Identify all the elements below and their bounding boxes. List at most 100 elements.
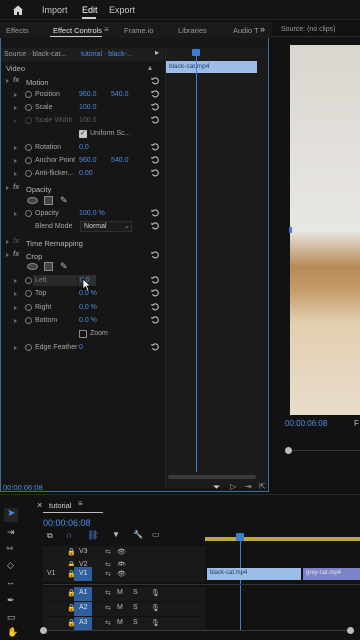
tab-libraries[interactable]: Libraries <box>178 26 207 35</box>
clip-black-cat[interactable]: black-cat.mp4 <box>207 568 301 580</box>
home-icon[interactable] <box>12 4 24 16</box>
zoom-checkbox[interactable] <box>79 330 87 338</box>
rectangle-mask-icon[interactable] <box>44 196 53 205</box>
ellipse-mask-icon[interactable] <box>27 263 38 270</box>
close-icon[interactable]: × <box>37 500 42 510</box>
reset-icon[interactable] <box>151 251 159 259</box>
left-expand-icon[interactable] <box>14 279 17 283</box>
track-select-icon[interactable]: ⇥ <box>7 527 15 538</box>
reset-icon[interactable] <box>151 343 159 351</box>
video-frame[interactable] <box>290 45 360 415</box>
reset-icon[interactable] <box>151 90 159 98</box>
reset-icon[interactable] <box>151 316 159 324</box>
scale-expand-icon[interactable] <box>14 106 17 110</box>
add-marker-icon[interactable]: ▼ <box>112 530 120 539</box>
ec-scrollbar[interactable] <box>168 475 256 479</box>
slip-tool-icon[interactable]: ↔ <box>6 577 15 587</box>
settings-wrench-icon[interactable]: 🔧 <box>133 530 143 539</box>
fx-icon[interactable]: fx <box>13 184 19 191</box>
tab-menu-icon[interactable]: ≡ <box>104 25 109 34</box>
reset-icon[interactable] <box>151 209 159 217</box>
selection-tool-icon[interactable]: ➤ <box>7 508 15 519</box>
bottom-value[interactable]: 0.0 % <box>79 317 97 324</box>
tab-audio[interactable]: Audio T <box>233 26 259 35</box>
reset-icon[interactable] <box>151 103 159 111</box>
position-x-value[interactable]: 960.0 <box>79 91 97 98</box>
mute-button[interactable]: M <box>117 619 123 626</box>
scale-value[interactable]: 100.0 <box>79 104 97 111</box>
reset-icon[interactable] <box>151 77 159 85</box>
monitor-scroll-handle[interactable] <box>285 447 292 454</box>
nest-icon[interactable]: ⧉ <box>47 531 53 541</box>
opacity-value[interactable]: 100.0 % <box>79 210 105 217</box>
anchor-y-value[interactable]: 540.0 <box>111 157 129 164</box>
rotation-expand-icon[interactable] <box>14 146 17 150</box>
play-audio-icon[interactable]: ▷ <box>230 482 236 491</box>
reset-icon[interactable] <box>151 143 159 151</box>
more-tabs-icon[interactable]: » <box>260 24 265 34</box>
menu-icon[interactable]: ≡ <box>78 499 83 508</box>
solo-button[interactable]: S <box>133 619 138 626</box>
solo-button[interactable]: S <box>133 604 138 611</box>
stopwatch-icon[interactable] <box>25 277 32 284</box>
pen-mask-icon[interactable]: ✎ <box>60 261 68 272</box>
ellipse-mask-icon[interactable] <box>27 197 38 204</box>
sync-lock-icon[interactable]: ⇆ <box>105 548 111 556</box>
stopwatch-icon[interactable] <box>25 157 32 164</box>
stopwatch-icon[interactable] <box>25 144 32 151</box>
sync-lock-icon[interactable]: ⇆ <box>105 570 111 578</box>
reset-icon[interactable] <box>151 169 159 177</box>
mic-icon[interactable]: 🎙 <box>151 589 160 597</box>
scroll-up-icon[interactable]: ▴ <box>148 63 158 73</box>
motion-expand-icon[interactable] <box>6 79 9 83</box>
reset-icon[interactable] <box>151 289 159 297</box>
mute-button[interactable]: M <box>117 589 123 596</box>
snap-icon[interactable]: ∩ <box>66 530 72 540</box>
lock-icon[interactable]: 🔒 <box>67 548 76 556</box>
loop-icon[interactable]: ⇥ <box>245 482 252 491</box>
bottom-expand-icon[interactable] <box>14 319 17 323</box>
anchor-x-value[interactable]: 960.0 <box>79 157 97 164</box>
timeline-zoom-handle-right[interactable] <box>347 627 354 634</box>
opacity-value-expand-icon[interactable] <box>14 212 17 216</box>
mute-button[interactable]: M <box>117 604 123 611</box>
hand-tool-icon[interactable]: ✋ <box>7 627 18 638</box>
stopwatch-icon[interactable] <box>25 304 32 311</box>
timeline-zoom-handle-left[interactable] <box>40 627 47 634</box>
eye-icon[interactable]: 👁 <box>117 548 126 556</box>
source-tab[interactable]: Source: (no clips) <box>281 26 335 33</box>
crop-expand-icon[interactable] <box>6 253 9 257</box>
frame-handle[interactable] <box>289 227 292 233</box>
antiflicker-expand-icon[interactable] <box>14 172 17 176</box>
ec-timecode[interactable]: 00:00:06:08 <box>3 483 43 492</box>
ripple-edit-icon[interactable]: ⇿ <box>6 543 14 554</box>
fx-icon[interactable]: fx <box>13 77 19 84</box>
fx-icon[interactable]: fx <box>13 251 19 258</box>
right-value[interactable]: 0.0 % <box>79 304 97 311</box>
razor-tool-icon[interactable]: ◇ <box>7 560 14 571</box>
sync-lock-icon[interactable]: ⇆ <box>105 589 111 597</box>
reset-icon[interactable] <box>151 276 159 284</box>
reset-icon[interactable] <box>151 156 159 164</box>
show-hide-timeline-icon[interactable]: ▸ <box>155 48 159 57</box>
stopwatch-icon[interactable] <box>25 170 32 177</box>
sequence-clip-label[interactable]: tutorial · black-... <box>81 51 133 58</box>
stopwatch-icon[interactable] <box>25 317 32 324</box>
nav-import[interactable]: Import <box>42 5 68 15</box>
work-area-bar[interactable] <box>205 537 360 541</box>
filter-icon[interactable]: ⏷ <box>213 482 220 493</box>
nav-edit[interactable]: Edit <box>82 5 98 15</box>
blend-mode-select[interactable]: Normal ⌄ <box>80 221 132 232</box>
stopwatch-icon[interactable] <box>25 210 32 217</box>
tab-effects[interactable]: Effects <box>6 26 29 35</box>
timeline-playhead[interactable] <box>240 540 241 630</box>
ec-clip-bar[interactable]: black-cat.mp4 <box>166 61 257 73</box>
pen-tool-icon[interactable]: ✒ <box>7 595 15 606</box>
source-clip-label[interactable]: Source · black-cat... <box>4 51 66 58</box>
stopwatch-icon[interactable] <box>25 344 32 351</box>
opacity-expand-icon[interactable] <box>6 186 9 190</box>
position-y-value[interactable]: 540.0 <box>111 91 129 98</box>
rectangle-mask-icon[interactable] <box>44 262 53 271</box>
mic-icon[interactable]: 🎙 <box>151 619 160 627</box>
nav-export[interactable]: Export <box>109 5 135 15</box>
